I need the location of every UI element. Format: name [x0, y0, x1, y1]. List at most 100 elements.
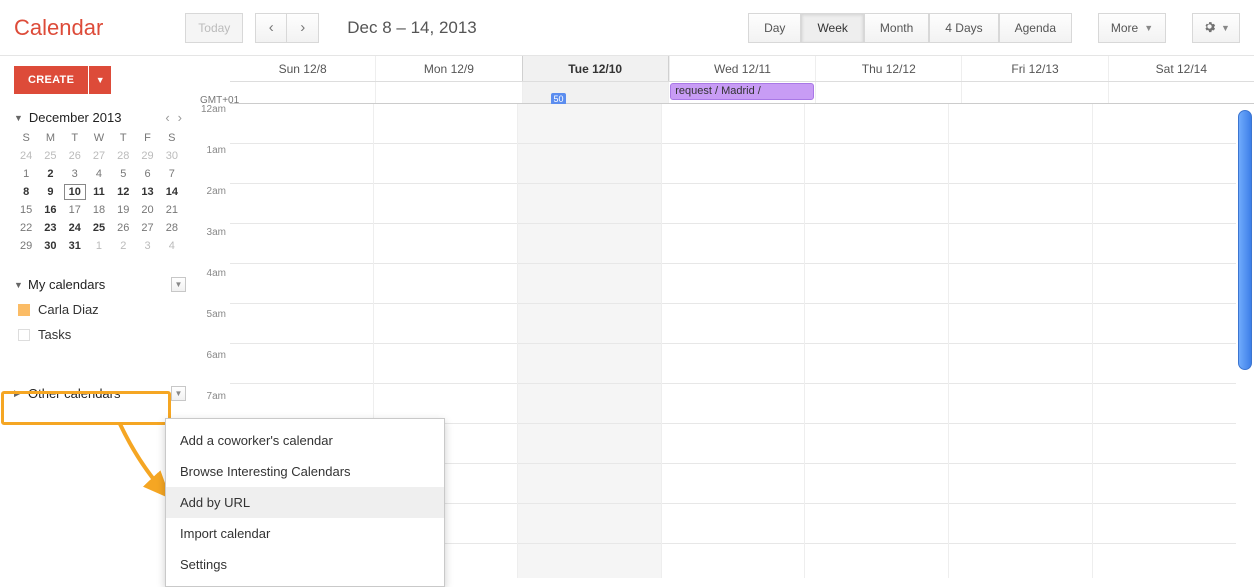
mini-day[interactable]: 13 [135, 183, 159, 201]
mini-day[interactable]: 17 [63, 201, 87, 219]
allday-cell[interactable]: request / Madrid / [668, 82, 814, 103]
mini-day[interactable]: 9 [38, 183, 62, 201]
day-header[interactable]: Sun 12/8 [230, 56, 375, 81]
allday-cell[interactable] [961, 82, 1107, 103]
mini-day[interactable]: 11 [87, 183, 111, 201]
my-calendars-header[interactable]: ▼ My calendars ▼ [14, 277, 186, 292]
my-calendars-menu[interactable]: ▼ [171, 277, 186, 292]
mini-day[interactable]: 1 [87, 237, 111, 255]
allday-cell[interactable] [522, 82, 668, 103]
next-button[interactable]: › [287, 13, 319, 43]
mini-day[interactable]: 2 [111, 237, 135, 255]
allday-cell[interactable] [815, 82, 961, 103]
other-calendars-header[interactable]: ▶ Other calendars ▼ [14, 386, 186, 401]
chevron-down-icon: ▼ [14, 280, 22, 290]
day-header[interactable]: Mon 12/9 [375, 56, 521, 81]
mini-day[interactable]: 5 [111, 165, 135, 183]
mini-day[interactable]: 8 [14, 183, 38, 201]
nav-buttons: ‹ › [255, 13, 319, 43]
mini-day[interactable]: 20 [135, 201, 159, 219]
app-title: Calendar [14, 15, 103, 41]
calendar-item-label: Tasks [38, 327, 71, 342]
mini-day[interactable]: 31 [63, 237, 87, 255]
mini-day[interactable]: 3 [135, 237, 159, 255]
mini-day[interactable]: 4 [160, 237, 184, 255]
mini-day[interactable]: 18 [87, 201, 111, 219]
mini-day[interactable]: 10 [63, 183, 87, 201]
day-column[interactable] [517, 104, 661, 578]
view-tab-day[interactable]: Day [748, 13, 801, 43]
day-header[interactable]: Tue 12/10 [522, 56, 669, 81]
create-dropdown[interactable]: ▼ [89, 66, 111, 94]
day-header[interactable]: Wed 12/11 [669, 56, 815, 81]
mini-day[interactable]: 4 [87, 165, 111, 183]
mini-day[interactable]: 7 [160, 165, 184, 183]
day-column[interactable] [1092, 104, 1236, 578]
mini-day[interactable]: 30 [160, 147, 184, 165]
day-header[interactable]: Fri 12/13 [961, 56, 1107, 81]
mini-day[interactable]: 23 [38, 219, 62, 237]
mini-day[interactable]: 16 [38, 201, 62, 219]
allday-event[interactable]: request / Madrid / [670, 83, 813, 100]
other-calendars-menu[interactable]: ▼ [171, 386, 186, 401]
view-tab-agenda[interactable]: Agenda [999, 13, 1072, 43]
create-button[interactable]: CREATE [14, 66, 88, 94]
mini-next[interactable]: › [174, 110, 186, 125]
mini-day[interactable]: 28 [111, 147, 135, 165]
day-column[interactable] [661, 104, 805, 578]
allday-cell[interactable] [1108, 82, 1254, 103]
mini-day[interactable]: 27 [87, 147, 111, 165]
mini-day[interactable]: 12 [111, 183, 135, 201]
chevron-down-icon[interactable]: ▼ [14, 113, 23, 123]
mini-day[interactable]: 25 [87, 219, 111, 237]
calendar-item[interactable]: Carla Diaz [14, 302, 186, 317]
menu-item[interactable]: Import calendar [166, 518, 444, 549]
prev-button[interactable]: ‹ [255, 13, 287, 43]
mini-day[interactable]: 25 [38, 147, 62, 165]
mini-day[interactable]: 24 [63, 219, 87, 237]
time-label: 4am [200, 268, 230, 309]
mini-day[interactable]: 26 [111, 219, 135, 237]
allday-cell[interactable] [230, 82, 375, 103]
mini-prev[interactable]: ‹ [161, 110, 173, 125]
mini-day[interactable]: 2 [38, 165, 62, 183]
day-header[interactable]: Sat 12/14 [1108, 56, 1254, 81]
calendar-item[interactable]: Tasks [14, 327, 186, 342]
menu-item[interactable]: Add by URL [166, 487, 444, 518]
calendar-item-label: Carla Diaz [38, 302, 99, 317]
mini-day[interactable]: 30 [38, 237, 62, 255]
calendar-color-swatch [18, 329, 30, 341]
mini-day[interactable]: 14 [160, 183, 184, 201]
mini-day[interactable]: 29 [14, 237, 38, 255]
view-tab-month[interactable]: Month [864, 13, 929, 43]
menu-item[interactable]: Browse Interesting Calendars [166, 456, 444, 487]
view-tab-4days[interactable]: 4 Days [929, 13, 998, 43]
mini-day[interactable]: 3 [63, 165, 87, 183]
menu-item[interactable]: Settings [166, 549, 444, 580]
mini-day[interactable]: 24 [14, 147, 38, 165]
mini-calendar[interactable]: SMTWTFS242526272829301234567891011121314… [14, 129, 184, 255]
scrollbar[interactable] [1238, 110, 1252, 370]
mini-day[interactable]: 19 [111, 201, 135, 219]
mini-day[interactable]: 15 [14, 201, 38, 219]
other-calendars-dropdown: Add a coworker's calendarBrowse Interest… [165, 418, 445, 587]
mini-day[interactable]: 6 [135, 165, 159, 183]
mini-day[interactable]: 27 [135, 219, 159, 237]
mini-day[interactable]: 28 [160, 219, 184, 237]
allday-cell[interactable] [375, 82, 521, 103]
today-button[interactable]: Today [185, 13, 243, 43]
mini-day[interactable]: 22 [14, 219, 38, 237]
day-column[interactable] [804, 104, 948, 578]
mini-day[interactable]: 29 [135, 147, 159, 165]
chevron-right-icon: ▶ [14, 388, 22, 399]
day-column[interactable] [948, 104, 1092, 578]
view-tab-week[interactable]: Week [801, 13, 863, 43]
time-label: 12am [200, 104, 230, 145]
day-header[interactable]: Thu 12/12 [815, 56, 961, 81]
settings-button[interactable]: ▼ [1192, 13, 1240, 43]
more-button[interactable]: More ▼ [1098, 13, 1166, 43]
mini-day[interactable]: 21 [160, 201, 184, 219]
mini-day[interactable]: 26 [63, 147, 87, 165]
mini-day[interactable]: 1 [14, 165, 38, 183]
menu-item[interactable]: Add a coworker's calendar [166, 425, 444, 456]
